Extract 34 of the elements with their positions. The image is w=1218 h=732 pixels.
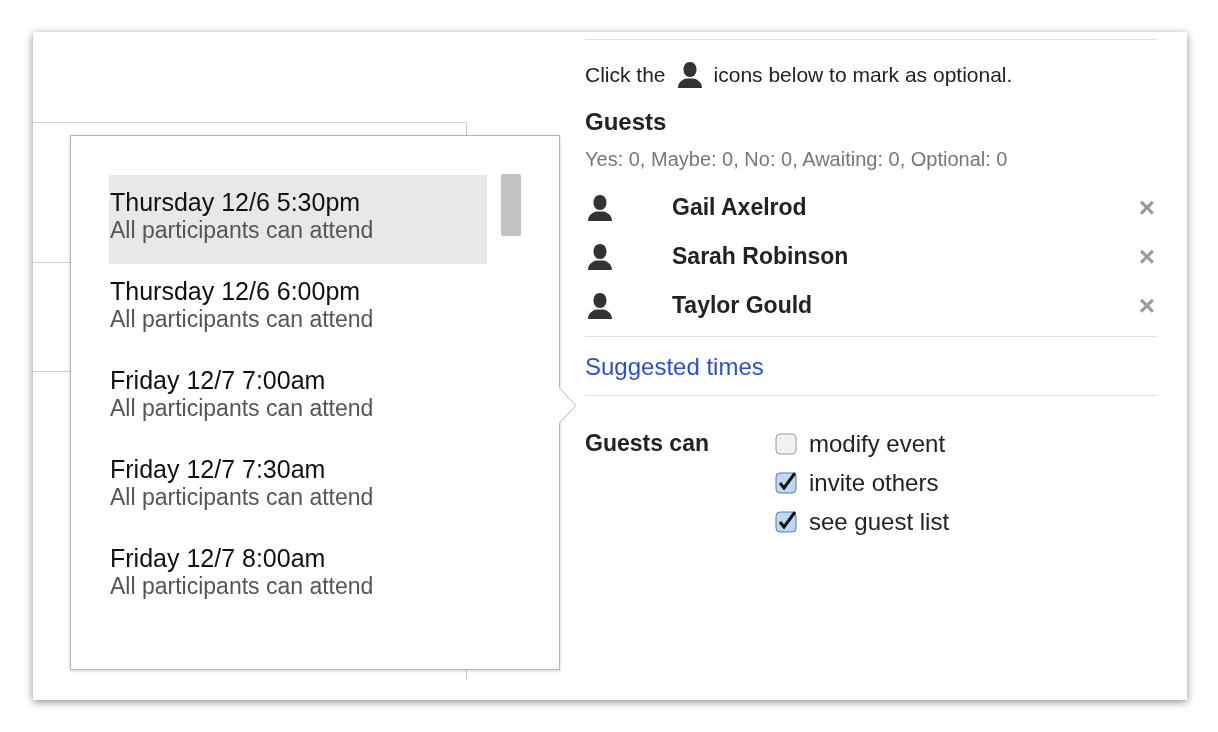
person-icon[interactable] — [585, 290, 615, 321]
time-slot-item[interactable]: Friday 12/7 8:00am All participants can attend — [109, 531, 487, 620]
slot-time: Friday 12/7 7:30am — [110, 454, 327, 484]
hint-text: icons below to mark as optional. — [713, 63, 1013, 87]
time-slot-item[interactable]: Friday 12/7 7:30am All participants can attend — [109, 442, 487, 531]
slot-note: All participants can attend — [110, 395, 375, 422]
guest-name: Gail Axelrod — [672, 194, 808, 221]
slot-note: All participants can attend — [110, 484, 375, 511]
slot-note: All participants can attend — [110, 306, 375, 333]
permissions-label: Guests can — [585, 429, 710, 458]
slot-time: Friday 12/7 8:00am — [110, 543, 327, 573]
option-label: modify event — [809, 429, 946, 458]
option-label: see guest list — [809, 507, 950, 536]
hint-text: Click the — [585, 63, 666, 87]
checkbox[interactable] — [775, 510, 797, 533]
suggested-times-link[interactable]: Suggested times — [585, 353, 764, 381]
guests-heading: Guests — [585, 108, 668, 136]
person-icon[interactable] — [585, 192, 615, 223]
slot-note: All participants can attend — [110, 217, 375, 244]
slot-time: Thursday 12/6 6:00pm — [110, 276, 362, 306]
checkbox[interactable] — [775, 471, 797, 494]
time-slot-item[interactable]: Thursday 12/6 6:00pm All participants can attend — [109, 264, 487, 353]
slot-time: Thursday 12/6 5:30pm — [110, 187, 362, 217]
option-label: invite others — [809, 468, 939, 497]
scrollbar-thumb[interactable] — [501, 174, 521, 236]
checkbox[interactable] — [775, 432, 797, 455]
guest-name: Taylor Gould — [672, 292, 814, 319]
time-slot-item[interactable]: Thursday 12/6 5:30pm All participants can attend — [109, 175, 487, 264]
slot-time: Friday 12/7 7:00am — [110, 365, 327, 395]
time-slot-item[interactable]: Friday 12/7 7:00am All participants can attend — [109, 353, 487, 442]
guest-name: Sarah Robinson — [672, 243, 850, 270]
slot-note: All participants can attend — [110, 573, 375, 600]
person-icon[interactable] — [585, 241, 615, 272]
guest-summary: Yes: 0, Maybe: 0, No: 0, Awaiting: 0, Optional: 0 — [585, 148, 1009, 171]
